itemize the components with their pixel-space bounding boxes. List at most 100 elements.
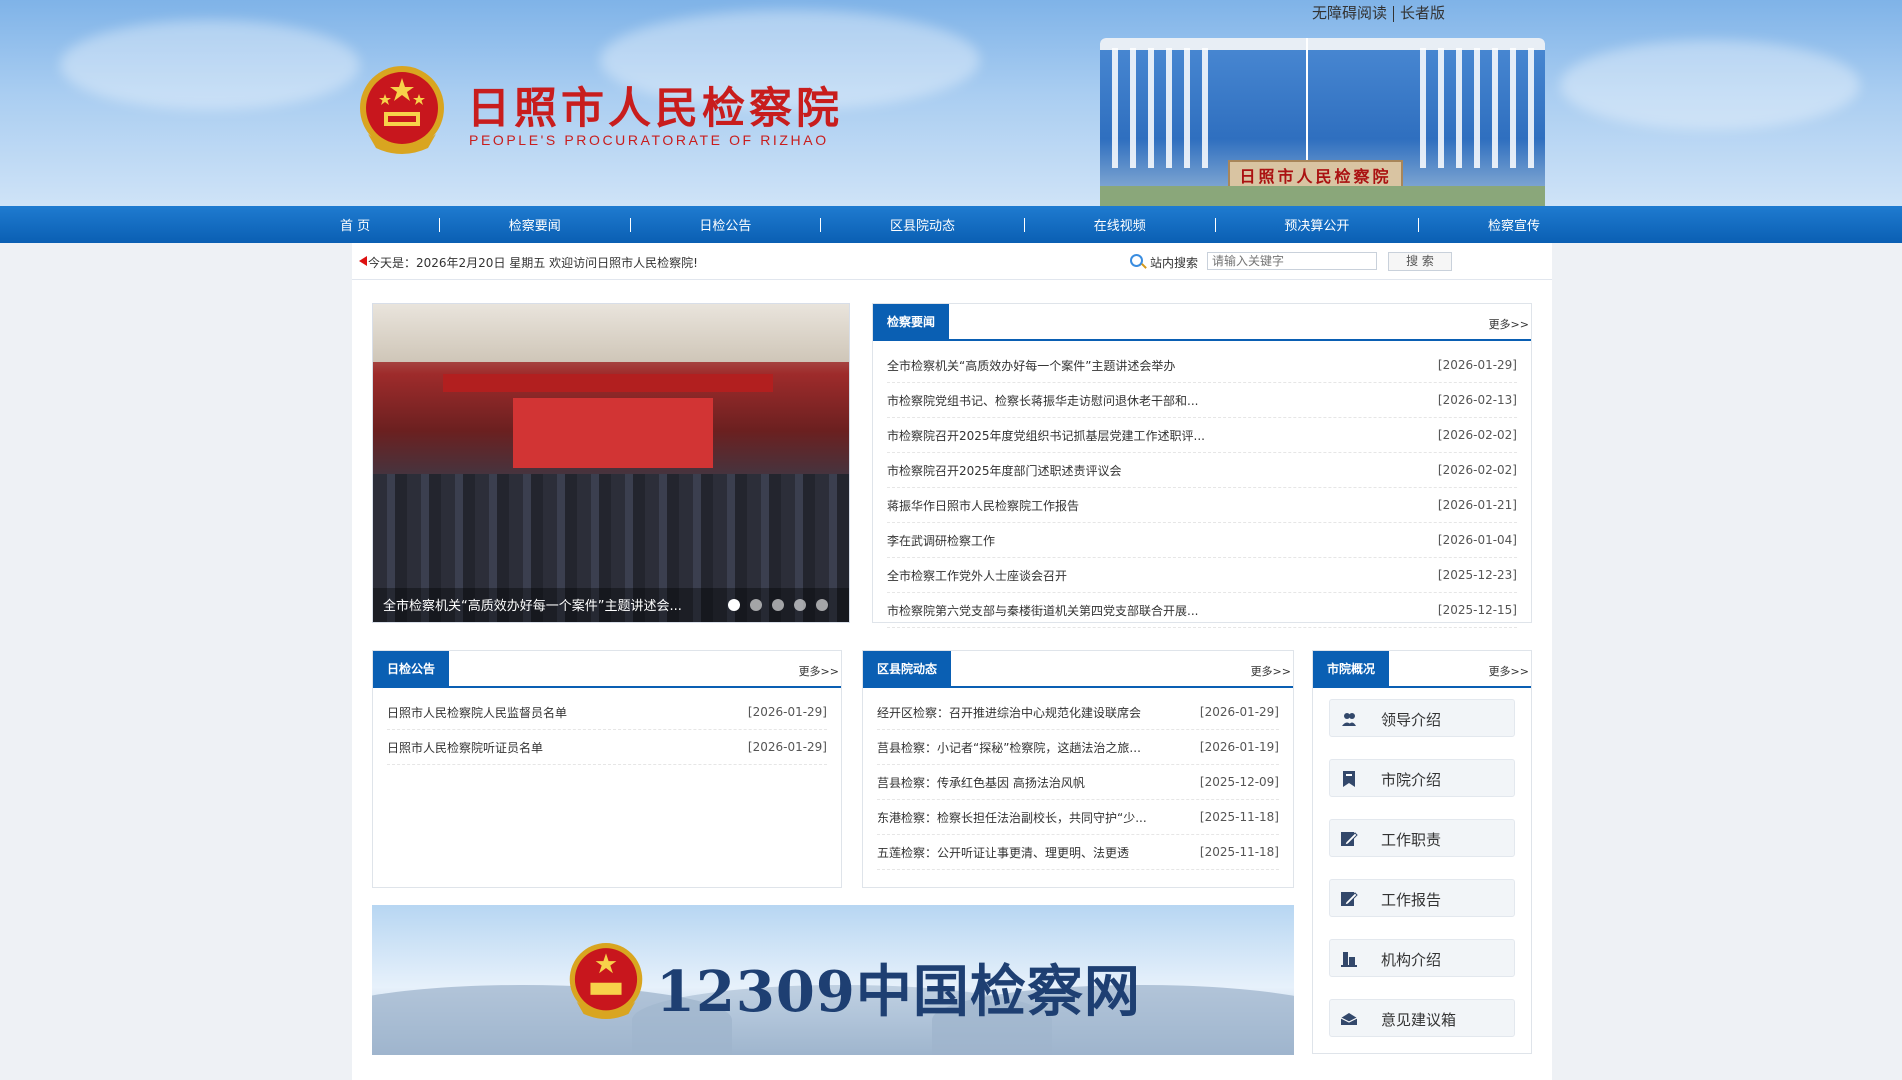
search-button[interactable]: 搜 索 [1388,252,1452,271]
cloud-decoration [60,20,360,110]
procuratorate-12309-banner[interactable]: 12309中国检察网 [372,905,1294,1055]
panel-title[interactable]: 检察要闻 [873,304,950,341]
menu-label: 意见建议箱 [1381,1011,1457,1029]
nav-divider [438,217,440,232]
item-title[interactable]: 日照市人民检察院听证员名单 [387,739,543,756]
item-date: [2026-02-02] [1437,463,1517,477]
menu-label: 市院介绍 [1381,771,1442,789]
list-item[interactable]: 经开区检察：召开推进综治中心规范化建设联席会 [2026-01-29] [877,695,1279,730]
more-link[interactable]: 更多>> [1489,663,1529,679]
list-item[interactable]: 东港检察：检察长担任法治副校长，共同守护“少... [2025-11-18] [877,800,1279,835]
item-title[interactable]: 莒县检察：小记者“探秘”检察院，这趟法治之旅... [877,739,1141,756]
item-date: [2025-12-15] [1437,603,1517,617]
item-title[interactable]: 市检察院党组书记、检察长蒋振华走访慰问退休老干部和... [887,392,1198,409]
item-date: [2026-01-21] [1437,498,1517,512]
slider-caption[interactable]: 全市检察机关“高质效办好每一个案件”主题讲述会... [383,595,682,614]
panel-title[interactable]: 市院概况 [1313,651,1390,688]
news-list: 全市检察机关“高质效办好每一个案件”主题讲述会举办 [2026-01-29] 市检… [887,348,1517,628]
cloud-decoration [1560,40,1860,130]
menu-court-intro[interactable]: 市院介绍 [1329,759,1515,797]
menu-reports[interactable]: 工作报告 [1329,879,1515,917]
list-item[interactable]: 全市检察工作党外人士座谈会召开 [2025-12-23] [887,558,1517,593]
item-title[interactable]: 五莲检察：公开听证让事更清、理更明、法更透 [877,844,1129,861]
menu-suggestion-box[interactable]: 意见建议箱 [1329,999,1515,1037]
item-title[interactable]: 全市检察工作党外人士座谈会召开 [887,567,1067,584]
panel-title[interactable]: 日检公告 [373,651,450,688]
news-slider[interactable]: 全市检察机关“高质效办好每一个案件”主题讲述会... [372,303,850,623]
list-item[interactable]: 莒县检察：传承红色基因 高扬法治风帆 [2025-12-09] [877,765,1279,800]
item-date: [2025-11-18] [1199,810,1279,824]
nav-item-home[interactable]: 首 页 [340,215,370,234]
banner-text: 12309中国检察网 [656,959,1141,1025]
report-icon [1341,892,1358,906]
list-item[interactable]: 蒋振华作日照市人民检察院工作报告 [2026-01-21] [887,488,1517,523]
list-item[interactable]: 五莲检察：公开听证让事更清、理更明、法更透 [2025-11-18] [877,835,1279,870]
mailbox-icon [1340,1013,1358,1025]
list-item[interactable]: 市检察院第六党支部与秦楼街道机关第四党支部联合开展... [2025-12-15] [887,593,1517,628]
news-panel: 检察要闻 更多>> 全市检察机关“高质效办好每一个案件”主题讲述会举办 [2026… [872,303,1532,628]
top-links: 无障碍阅读 长者版 [1306,2,1451,23]
list-item[interactable]: 市检察院召开2025年度党组织书记抓基层党建工作述职评... [2026-02-0… [887,418,1517,453]
list-item[interactable]: 市检察院召开2025年度部门述职述责评议会 [2026-02-02] [887,453,1517,488]
item-date: [2026-01-29] [1437,358,1517,372]
item-date: [2026-02-13] [1437,393,1517,407]
item-title[interactable]: 日照市人民检察院人民监督员名单 [387,704,567,721]
slider-dot[interactable] [816,599,828,611]
national-emblem-icon [569,943,643,1019]
speaker-icon [359,256,367,266]
item-title[interactable]: 经开区检察：召开推进综治中心规范化建设联席会 [877,704,1141,721]
list-item[interactable]: 日照市人民检察院人民监督员名单 [2026-01-29] [387,695,827,730]
district-panel: 区县院动态 更多>> 经开区检察：召开推进综治中心规范化建设联席会 [2026-0… [862,650,1294,888]
menu-label: 工作报告 [1381,891,1442,909]
nav-divider [820,217,822,232]
item-date: [2025-12-09] [1199,775,1279,789]
nav-item-district[interactable]: 区县院动态 [890,215,955,234]
item-date: [2025-11-18] [1199,845,1279,859]
list-item[interactable]: 李在武调研检察工作 [2026-01-04] [887,523,1517,558]
panel-title[interactable]: 区县院动态 [863,651,952,688]
item-title[interactable]: 东港检察：检察长担任法治副校长，共同守护“少... [877,809,1147,826]
accessibility-link[interactable]: 无障碍阅读 [1306,4,1393,22]
slider-dot[interactable] [772,599,784,611]
nav-item-notices[interactable]: 日检公告 [699,215,751,234]
slider-dots [728,599,828,611]
notice-list: 日照市人民检察院人民监督员名单 [2026-01-29] 日照市人民检察院听证员名… [387,695,827,765]
more-link[interactable]: 更多>> [799,663,839,679]
menu-duties[interactable]: 工作职责 [1329,819,1515,857]
site-subtitle: PEOPLE'S PROCURATORATE OF RIZHAO [469,132,829,148]
item-title[interactable]: 蒋振华作日照市人民检察院工作报告 [887,497,1079,514]
panel-header: 检察要闻 更多>> [873,304,1531,341]
nav-item-publicity[interactable]: 检察宣传 [1488,215,1540,234]
slider-dot[interactable] [794,599,806,611]
item-date: [2026-01-29] [1199,705,1279,719]
item-title[interactable]: 莒县检察：传承红色基因 高扬法治风帆 [877,774,1085,791]
slider-dot[interactable] [750,599,762,611]
item-title[interactable]: 市检察院第六党支部与秦楼街道机关第四党支部联合开展... [887,602,1198,619]
item-date: [2026-01-29] [747,705,827,719]
search-input[interactable] [1207,252,1377,270]
list-item[interactable]: 市检察院党组书记、检察长蒋振华走访慰问退休老干部和... [2026-02-13] [887,383,1517,418]
menu-organization[interactable]: 机构介绍 [1329,939,1515,977]
list-item[interactable]: 日照市人民检察院听证员名单 [2026-01-29] [387,730,827,765]
nav-item-video[interactable]: 在线视频 [1094,215,1146,234]
item-title[interactable]: 李在武调研检察工作 [887,532,995,549]
item-title[interactable]: 市检察院召开2025年度党组织书记抓基层党建工作述职评... [887,427,1205,444]
panel-header: 市院概况 更多>> [1313,651,1531,688]
more-link[interactable]: 更多>> [1251,663,1291,679]
main-container: 今天是：2026年2月20日 星期五 欢迎访问日照市人民检察院! 站内搜索 搜 … [352,243,1552,1080]
item-date: [2026-02-02] [1437,428,1517,442]
item-title[interactable]: 全市检察机关“高质效办好每一个案件”主题讲述会举办 [887,357,1175,374]
slider-dot[interactable] [728,599,740,611]
nav-divider [1418,217,1420,232]
nav-item-news[interactable]: 检察要闻 [509,215,561,234]
panel-header: 日检公告 更多>> [373,651,841,688]
nav-divider [1214,217,1216,232]
item-title[interactable]: 市检察院召开2025年度部门述职述责评议会 [887,462,1122,479]
menu-leaders[interactable]: 领导介绍 [1329,699,1515,737]
edit-icon [1341,832,1358,846]
elder-version-link[interactable]: 长者版 [1394,4,1451,22]
nav-item-budget[interactable]: 预决算公开 [1284,215,1349,234]
list-item[interactable]: 莒县检察：小记者“探秘”检察院，这趟法治之旅... [2026-01-19] [877,730,1279,765]
list-item[interactable]: 全市检察机关“高质效办好每一个案件”主题讲述会举办 [2026-01-29] [887,348,1517,383]
more-link[interactable]: 更多>> [1489,316,1529,332]
